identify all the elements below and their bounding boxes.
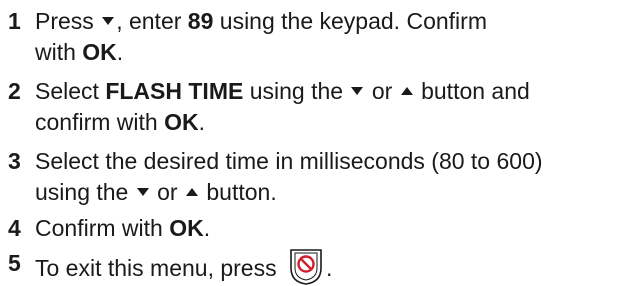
step-line: To exit this menu, press .	[35, 248, 333, 285]
step-text: To exit this menu, press .	[35, 248, 333, 285]
step-text-part: , enter	[116, 8, 182, 34]
step-number: 5	[8, 250, 21, 276]
step-line: Press , enter 89 using the keypad. Confi…	[35, 6, 487, 37]
down-arrow-button-icon	[351, 87, 364, 96]
step-text: Press , enter 89 using the keypad. Confi…	[35, 6, 487, 68]
step-text-part: confirm with	[35, 109, 158, 135]
step-text-part: using the	[35, 179, 129, 205]
step-text-part: with	[35, 39, 76, 65]
menu-item-name: FLASH TIME	[105, 78, 244, 104]
step-text-part: .	[326, 255, 333, 281]
step-text-part: Confirm with	[35, 215, 163, 241]
down-arrow-button-icon	[102, 17, 115, 26]
step-line: with OK.	[35, 37, 487, 68]
step-text-part: Select	[35, 78, 99, 104]
step-text-part: .	[203, 215, 211, 241]
instruction-list: 1 Press , enter 89 using the keypad. Con…	[0, 0, 634, 285]
step-number: 4	[8, 215, 21, 241]
ok-label: OK	[164, 109, 199, 135]
step-line: confirm with OK.	[35, 107, 530, 138]
step-line: Select the desired time in milliseconds …	[35, 148, 543, 174]
ok-label: OK	[82, 39, 117, 65]
step-text-part: Press	[35, 8, 94, 34]
step-text-part: using the keypad. Confirm	[219, 8, 487, 34]
step-text-part: or	[371, 78, 393, 104]
down-arrow-button-icon	[136, 188, 149, 197]
up-arrow-button-icon	[400, 87, 413, 96]
step-text-part: To exit this menu, press	[35, 255, 277, 281]
step-text-part: using the	[249, 78, 344, 104]
step-text-part: .	[198, 109, 205, 135]
step-line: using the or button.	[35, 177, 543, 208]
step-line: Select FLASH TIME using the or button an…	[35, 76, 530, 107]
step-text-part: button.	[206, 179, 277, 205]
step-text-part: or	[157, 179, 178, 205]
step-number: 1	[8, 8, 21, 34]
step-text-part: button and	[421, 78, 530, 104]
step-text: Select the desired time in milliseconds …	[35, 146, 543, 208]
step-text: Confirm with OK.	[35, 213, 210, 244]
step-number: 2	[8, 78, 21, 104]
ok-label: OK	[169, 215, 204, 241]
step-number: 3	[8, 148, 21, 174]
up-arrow-button-icon	[185, 188, 198, 197]
step-text-part: .	[116, 39, 124, 65]
step-text: Select FLASH TIME using the or button an…	[35, 76, 530, 138]
red-exit-key-icon	[290, 249, 322, 285]
step-line: Confirm with OK.	[35, 213, 210, 244]
code-value: 89	[187, 8, 214, 34]
